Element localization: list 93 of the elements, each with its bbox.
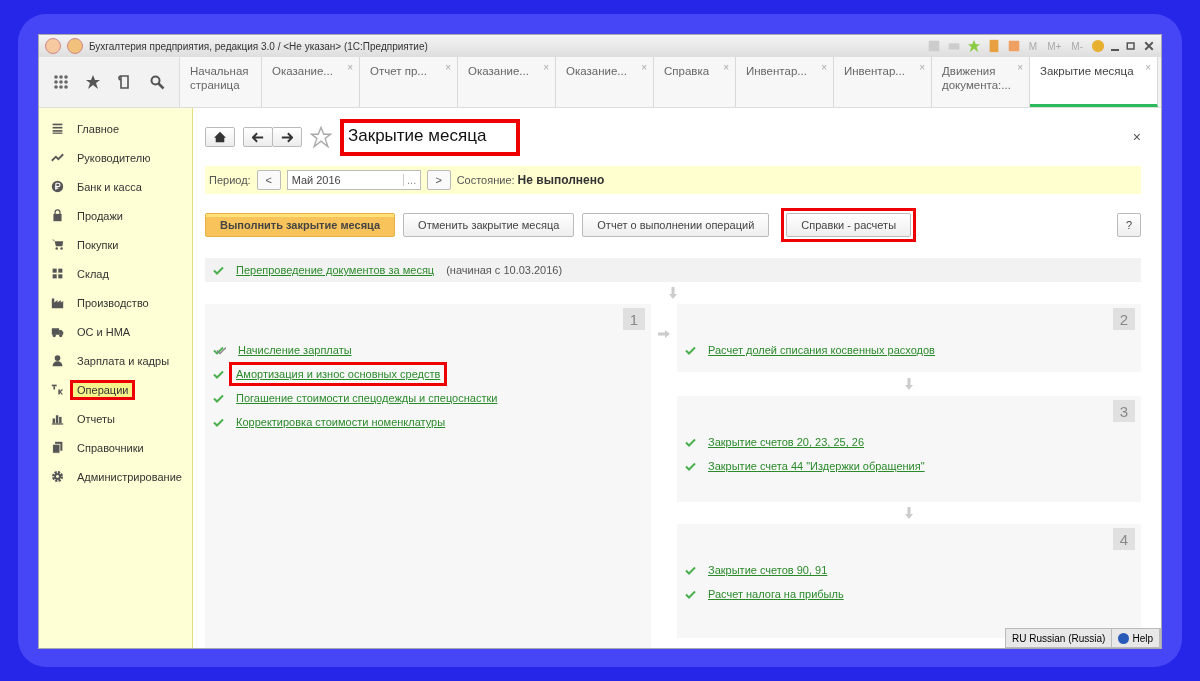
star-icon [966, 39, 981, 53]
sidebar-item[interactable]: Производство [70, 292, 156, 313]
help-link[interactable]: Help [1112, 629, 1160, 647]
sidebar-item[interactable]: Операции [70, 379, 136, 400]
back-button[interactable] [243, 127, 273, 147]
prev-period-button[interactable]: < [256, 170, 281, 190]
person-icon [51, 354, 64, 367]
forward-button[interactable] [272, 127, 302, 147]
action-button[interactable]: Отменить закрытие месяца [403, 213, 575, 237]
check-icon [685, 589, 696, 599]
home-icon [214, 131, 226, 143]
step-link[interactable]: Закрытие счетов 90, 91 [706, 563, 830, 577]
check-icon [213, 369, 224, 379]
tab[interactable]: Оказание... × [458, 57, 556, 107]
tab[interactable]: Оказание... × [556, 57, 654, 107]
down-arrow-icon [669, 287, 677, 299]
close-icon [1143, 40, 1155, 52]
step-link[interactable]: Погашение стоимости спецодежды и спецоснастки [234, 391, 500, 405]
shopping-bag-icon [51, 209, 64, 222]
step-link[interactable]: Расчет налога на прибыль [706, 587, 846, 601]
trend-line-icon [51, 151, 64, 164]
check-icon [685, 565, 696, 575]
sidebar-item[interactable]: Главное [70, 118, 127, 139]
sidebar-item[interactable]: Продажи [70, 205, 130, 226]
check-icon [685, 345, 696, 355]
language-indicator[interactable]: RU Russian (Russia) [1006, 629, 1113, 647]
step-link[interactable]: Закрытие счетов 20, 23, 25, 26 [706, 435, 867, 449]
sidebar-item[interactable]: Администрирование [70, 466, 189, 487]
period-label: Период: [209, 174, 251, 186]
form-title: Закрытие месяца [340, 118, 521, 156]
sidebar-item[interactable]: Справочники [70, 437, 151, 458]
sidebar-item[interactable]: Отчеты [70, 408, 123, 429]
sidebar-item[interactable]: Зарплата и кадры [70, 350, 177, 371]
tab[interactable]: Закрытие месяца × [1030, 57, 1158, 107]
books-icon [51, 441, 64, 454]
tab[interactable]: Справка × [654, 57, 736, 107]
list-icon [51, 122, 64, 135]
tab[interactable]: Отчет пр... × [360, 57, 458, 107]
factory-icon [51, 296, 64, 309]
double-check-icon [213, 345, 226, 355]
step-link[interactable]: Расчет долей списания косвенных расходов [706, 343, 937, 357]
check-icon [685, 461, 696, 471]
left-arrow-icon [252, 131, 264, 143]
tab[interactable]: Начальная страница [180, 57, 262, 107]
close-button[interactable]: × [1132, 129, 1141, 145]
down-arrow-icon [905, 507, 913, 519]
sidebar-item[interactable]: Склад [70, 263, 116, 284]
sidebar-item[interactable]: Руководителю [70, 147, 158, 168]
sidebar-item[interactable]: Банк и касса [70, 176, 149, 197]
action-button[interactable]: Выполнить закрытие месяца [205, 213, 396, 237]
stage-number: 1 [623, 308, 645, 330]
step-link[interactable]: Начисление зарплаты [236, 343, 354, 357]
home-button[interactable] [205, 127, 235, 147]
action-button[interactable]: Отчет о выполнении операций [582, 213, 770, 237]
restore-icon [1125, 40, 1137, 52]
action-button[interactable]: Справки - расчеты [786, 213, 912, 237]
check-icon [685, 437, 696, 447]
step-link[interactable]: Закрытие счета 44 "Издержки обращения" [706, 459, 927, 473]
stage-number: 3 [1113, 400, 1135, 422]
step-link[interactable]: Перепроведение документов за месяц [234, 263, 437, 277]
check-icon [213, 417, 224, 427]
tab[interactable]: Инвентар... × [834, 57, 932, 107]
check-icon [213, 393, 224, 403]
grid-icon [51, 267, 64, 280]
gear-icon [51, 470, 64, 483]
bar-chart-icon [51, 412, 64, 425]
help-button[interactable]: ? [1116, 213, 1141, 237]
state-value: Не выполнено [517, 173, 605, 187]
ruble-coin-icon [51, 180, 64, 193]
period-field[interactable]: Май 2016 ... [286, 170, 421, 190]
search-icon [149, 74, 165, 90]
sidebar-item[interactable]: Покупки [70, 234, 126, 255]
star-icon [85, 74, 101, 90]
step-note: (начиная с 10.03.2016) [446, 264, 563, 276]
stage-number: 2 [1113, 308, 1135, 330]
right-arrow-icon [658, 330, 670, 338]
right-arrow-icon [281, 131, 293, 143]
state-label: Состояние: [456, 174, 515, 186]
truck-icon [51, 325, 64, 338]
debit-credit-icon [51, 383, 64, 396]
sidebar-item[interactable]: ОС и НМА [70, 321, 138, 342]
step-link[interactable]: Корректировка стоимости номенклатуры [234, 415, 448, 429]
down-arrow-icon [905, 378, 913, 390]
stage-number: 4 [1113, 528, 1135, 550]
star-outline-icon [310, 126, 332, 148]
tab[interactable]: Инвентар... × [736, 57, 834, 107]
check-icon [213, 265, 224, 275]
tab[interactable]: Движения документа:... × [932, 57, 1030, 107]
apps-grid-icon [53, 74, 69, 90]
step-link[interactable]: Амортизация и износ основных средств [234, 367, 443, 381]
next-period-button[interactable]: > [426, 170, 451, 190]
tab[interactable]: Оказание... × [262, 57, 360, 107]
window-title: Бухгалтерия предприятия, редакция 3.0 / <Не указан> (1С:Предприятие) [89, 40, 429, 52]
